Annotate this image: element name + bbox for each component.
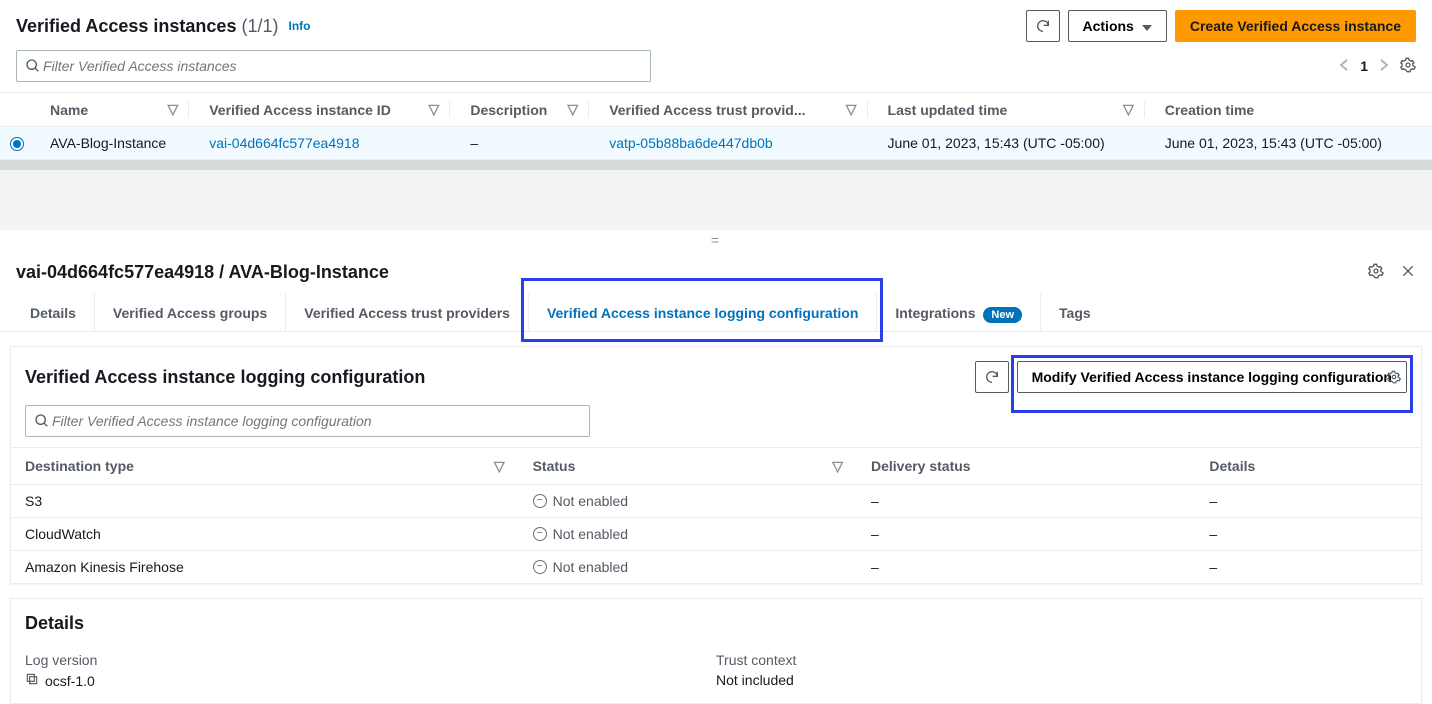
not-enabled-icon: − <box>533 560 547 574</box>
log-version-value: ocsf-1.0 <box>45 673 95 689</box>
page-title-text: Verified Access instances <box>16 16 236 36</box>
refresh-icon <box>1035 18 1051 34</box>
sort-icon[interactable]: ▽ <box>494 458 505 475</box>
panel-resize-handle[interactable]: = <box>0 230 1432 252</box>
cell-delivery-status: – <box>857 485 1195 518</box>
tab-trust-providers[interactable]: Verified Access trust providers <box>285 293 528 331</box>
trust-context-label: Trust context <box>716 652 1407 668</box>
new-badge: New <box>983 307 1022 323</box>
cell-name: AVA-Blog-Instance <box>40 127 199 160</box>
actions-label: Actions <box>1083 18 1134 34</box>
logging-config-table: Destination type ▽ Status ▽ Delivery statu… <box>11 447 1421 583</box>
instances-table: Name ▽ Verified Access instance ID ▽ Descr… <box>0 92 1432 160</box>
col-status[interactable]: Status <box>533 458 576 474</box>
instances-search-input[interactable] <box>41 57 642 75</box>
log-version-label: Log version <box>25 652 716 668</box>
cell-delivery-status: – <box>857 551 1195 584</box>
sort-icon[interactable]: ▽ <box>832 458 843 475</box>
cell-status: −Not enabled <box>533 526 843 542</box>
trust-context-value: Not included <box>716 672 794 688</box>
cell-delivery-status: – <box>857 518 1195 551</box>
pager-next[interactable] <box>1380 58 1388 74</box>
logging-refresh-button[interactable] <box>975 361 1009 393</box>
instance-count: (1/1) <box>241 16 278 36</box>
cell-creation-time: June 01, 2023, 15:43 (UTC -05:00) <box>1155 127 1432 160</box>
caret-down-icon <box>1142 18 1152 34</box>
info-link[interactable]: Info <box>289 19 311 33</box>
col-trust-provider[interactable]: Verified Access trust provid... <box>609 102 805 118</box>
tab-logging-configuration[interactable]: Verified Access instance logging configu… <box>528 293 876 331</box>
tab-tags[interactable]: Tags <box>1040 293 1109 331</box>
gear-icon <box>1400 57 1416 73</box>
cell-dest-type: CloudWatch <box>11 518 519 551</box>
col-details[interactable]: Details <box>1195 448 1421 485</box>
cell-last-updated: June 01, 2023, 15:43 (UTC -05:00) <box>878 127 1155 160</box>
pager-number: 1 <box>1360 58 1368 74</box>
page-title: Verified Access instances (1/1) <box>16 16 279 37</box>
cell-instance-id-link[interactable]: vai-04d664fc577ea4918 <box>209 135 359 151</box>
sort-icon[interactable]: ▽ <box>846 101 857 118</box>
search-icon <box>25 58 41 74</box>
cell-dest-type: Amazon Kinesis Firehose <box>11 551 519 584</box>
logging-search[interactable] <box>25 405 590 437</box>
refresh-icon <box>984 369 1000 385</box>
col-description[interactable]: Description <box>470 102 547 118</box>
pager: 1 <box>1340 57 1416 76</box>
actions-button[interactable]: Actions <box>1068 10 1167 42</box>
logging-config-panel: Verified Access instance logging configu… <box>10 346 1422 584</box>
table-row: S3−Not enabled–– <box>11 485 1421 518</box>
cell-dest-type: S3 <box>11 485 519 518</box>
tab-integrations[interactable]: Integrations New <box>876 293 1040 331</box>
table-row: CloudWatch−Not enabled–– <box>11 518 1421 551</box>
search-icon <box>34 413 50 429</box>
col-instance-id[interactable]: Verified Access instance ID <box>209 102 391 118</box>
pager-prev[interactable] <box>1340 58 1348 74</box>
cell-status: −Not enabled <box>533 493 843 509</box>
modify-logging-config-button[interactable]: Modify Verified Access instance logging … <box>1017 361 1407 393</box>
col-creation-time[interactable]: Creation time <box>1165 102 1254 118</box>
copy-icon <box>25 672 39 686</box>
detail-heading: vai-04d664fc577ea4918 / AVA-Blog-Instanc… <box>16 262 389 283</box>
close-icon <box>1400 263 1416 279</box>
gear-icon <box>1368 263 1384 279</box>
sort-icon[interactable]: ▽ <box>1123 101 1134 118</box>
details-panel: Details Log version ocsf-1.0 Trust conte… <box>10 598 1422 704</box>
gear-icon <box>1387 370 1401 384</box>
tab-details[interactable]: Details <box>12 293 94 331</box>
not-enabled-icon: − <box>533 527 547 541</box>
col-name[interactable]: Name <box>50 102 88 118</box>
copy-button[interactable] <box>25 672 39 689</box>
logging-search-input[interactable] <box>50 412 581 430</box>
cell-details: – <box>1195 551 1421 584</box>
table-row[interactable]: AVA-Blog-Instance vai-04d664fc577ea4918 … <box>0 127 1432 160</box>
instances-search[interactable] <box>16 50 651 82</box>
refresh-button[interactable] <box>1026 10 1060 42</box>
sort-icon[interactable]: ▽ <box>567 101 578 118</box>
table-row: Amazon Kinesis Firehose−Not enabled–– <box>11 551 1421 584</box>
cell-description: – <box>460 127 599 160</box>
detail-settings-button[interactable] <box>1368 263 1384 282</box>
logging-panel-title: Verified Access instance logging configu… <box>25 367 425 388</box>
sort-icon[interactable]: ▽ <box>429 101 440 118</box>
col-last-updated[interactable]: Last updated time <box>888 102 1008 118</box>
close-detail-button[interactable] <box>1400 263 1416 282</box>
blank-area <box>0 170 1432 230</box>
col-delivery-status[interactable]: Delivery status <box>857 448 1195 485</box>
tab-integrations-label: Integrations <box>895 305 975 321</box>
col-dest-type[interactable]: Destination type <box>25 458 134 474</box>
create-instance-button[interactable]: Create Verified Access instance <box>1175 10 1416 42</box>
not-enabled-icon: − <box>533 494 547 508</box>
cell-details: – <box>1195 485 1421 518</box>
cell-trust-provider-link[interactable]: vatp-05b88ba6de447db0b <box>609 135 773 151</box>
sort-icon[interactable]: ▽ <box>167 101 178 118</box>
row-select-radio[interactable] <box>10 137 24 151</box>
table-settings-button[interactable] <box>1387 370 1401 387</box>
cell-status: −Not enabled <box>533 559 843 575</box>
details-panel-title: Details <box>25 613 84 634</box>
scrollbar[interactable] <box>0 160 1432 170</box>
tab-groups[interactable]: Verified Access groups <box>94 293 285 331</box>
settings-gear-button[interactable] <box>1400 57 1416 76</box>
cell-details: – <box>1195 518 1421 551</box>
